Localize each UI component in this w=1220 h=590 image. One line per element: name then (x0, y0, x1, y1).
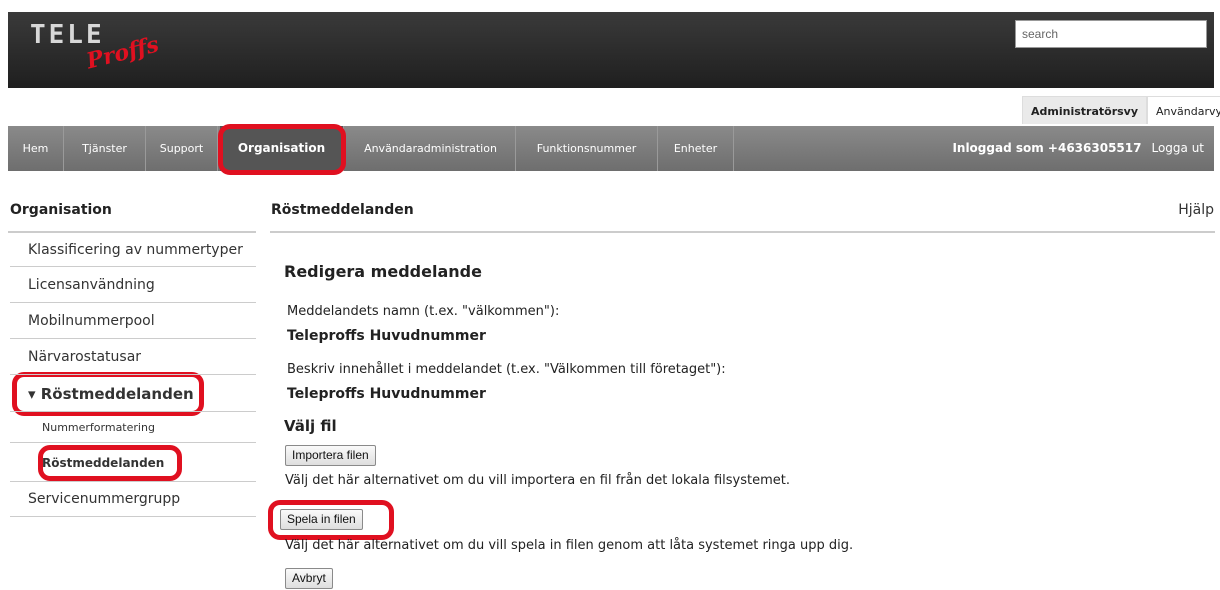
sidebar-item-voice-messages[interactable]: ▾ Röstmeddelanden (10, 376, 256, 412)
page-title: Röstmeddelanden (271, 202, 414, 218)
login-info: Inloggad som +4636305517 Logga ut (952, 126, 1214, 171)
nav-function-numbers[interactable]: Funktionsnummer (516, 126, 658, 171)
search-input[interactable]: search (1015, 20, 1207, 48)
sidebar-item-mobile-number-pool[interactable]: Mobilnummerpool (10, 304, 256, 339)
sidebar-item-number-classification[interactable]: Klassificering av nummertyper (10, 233, 256, 267)
sidebar-item-service-number-group[interactable]: Servicenummergrupp (10, 482, 256, 517)
logo-tele-text: TELE (30, 20, 105, 50)
view-tabs: Administratörsvy Användarvy (1022, 96, 1220, 124)
page-title-divider (270, 231, 1215, 233)
message-description-label: Beskriv innehållet i meddelandet (t.ex. … (287, 362, 726, 377)
help-link[interactable]: Hjälp (1178, 202, 1214, 218)
teleproffs-logo[interactable]: TELE Proffs (30, 20, 170, 80)
import-file-button[interactable]: Importera filen (285, 445, 376, 466)
nav-services[interactable]: Tjänster (64, 126, 146, 171)
cancel-button[interactable]: Avbryt (285, 568, 333, 589)
sidebar-title: Organisation (10, 202, 112, 218)
message-name-label: Meddelandets namn (t.ex. "välkommen"): (287, 304, 560, 319)
highlight-organisation (218, 124, 346, 175)
nav-user-administration[interactable]: Användaradministration (346, 126, 516, 171)
sidebar-subitem-voice-messages[interactable]: Röstmeddelanden (10, 444, 256, 482)
logged-in-label: Inloggad som +4636305517 (952, 141, 1142, 155)
nav-home[interactable]: Hem (8, 126, 64, 171)
tab-user-view[interactable]: Användarvy (1147, 96, 1220, 124)
tab-administrator-view[interactable]: Administratörsvy (1022, 96, 1148, 124)
main-nav: Hem Tjänster Support Organisation Använd… (8, 126, 1214, 171)
sidebar-item-presence-statuses[interactable]: Närvarostatusar (10, 340, 256, 375)
nav-devices[interactable]: Enheter (658, 126, 734, 171)
message-description-value: Teleproffs Huvudnummer (287, 386, 486, 402)
record-file-button[interactable]: Spela in filen (280, 509, 363, 530)
edit-message-heading: Redigera meddelande (284, 262, 482, 281)
sidebar-subitem-number-formatting[interactable]: Nummerformatering (10, 413, 256, 443)
choose-file-heading: Välj fil (284, 417, 337, 435)
record-file-description: Välj det här alternativet om du vill spe… (285, 538, 854, 553)
import-file-description: Välj det här alternativet om du vill imp… (285, 473, 791, 488)
nav-support[interactable]: Support (146, 126, 218, 171)
logout-link[interactable]: Logga ut (1151, 141, 1204, 155)
sidebar-item-license-usage[interactable]: Licensanvändning (10, 268, 256, 303)
message-name-value: Teleproffs Huvudnummer (287, 328, 486, 344)
